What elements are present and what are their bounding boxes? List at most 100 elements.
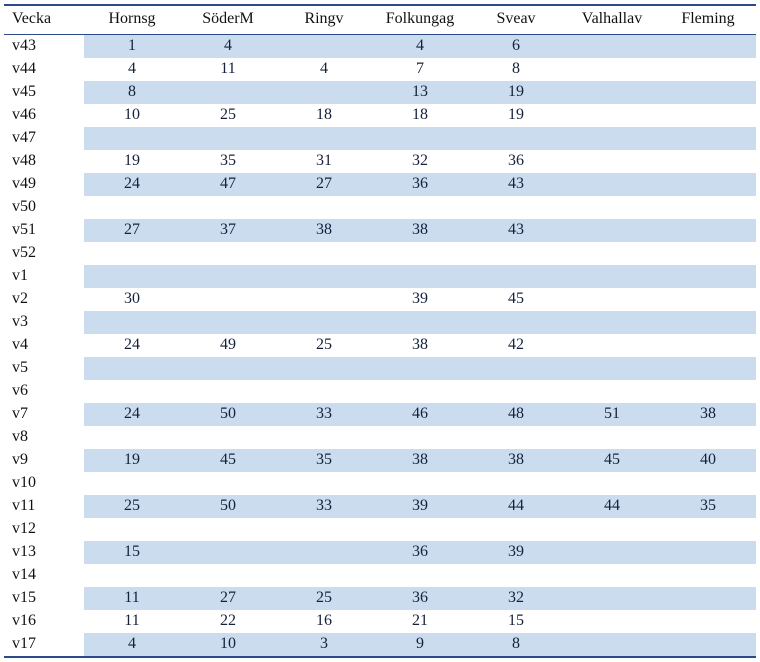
week-cell: v6 [4,380,84,403]
value-cell: 15 [468,610,564,633]
table-row: v724503346485138 [4,403,756,426]
value-cell [372,518,468,541]
value-cell [180,127,276,150]
value-cell: 40 [660,449,756,472]
table-body: v431446v44411478v4581319v461025181819v47… [4,35,756,658]
value-cell [84,196,180,219]
value-cell [180,81,276,104]
value-cell: 24 [84,403,180,426]
value-cell [180,472,276,495]
table-row: v512737383843 [4,219,756,242]
value-cell: 9 [372,633,468,657]
value-cell [660,150,756,173]
value-cell: 10 [84,104,180,127]
value-cell [468,380,564,403]
value-cell: 38 [660,403,756,426]
value-cell [180,242,276,265]
week-cell: v50 [4,196,84,219]
value-cell: 38 [276,219,372,242]
value-cell [660,173,756,196]
table-row: v2303945 [4,288,756,311]
table-row: v1 [4,265,756,288]
value-cell: 35 [180,150,276,173]
value-cell: 27 [180,587,276,610]
value-cell [660,288,756,311]
value-cell [276,288,372,311]
value-cell [180,357,276,380]
value-cell [276,265,372,288]
value-cell [660,127,756,150]
value-cell [372,472,468,495]
value-cell [276,196,372,219]
value-cell [660,334,756,357]
value-cell: 32 [468,587,564,610]
value-cell: 38 [372,219,468,242]
table-row: v13153639 [4,541,756,564]
value-cell [660,472,756,495]
table-row: v4581319 [4,81,756,104]
value-cell: 50 [180,403,276,426]
value-cell [372,564,468,587]
value-cell: 38 [468,449,564,472]
value-cell: 43 [468,173,564,196]
col-header: Vecka [4,5,84,35]
value-cell: 45 [564,449,660,472]
value-cell [84,265,180,288]
value-cell [84,472,180,495]
week-cell: v47 [4,127,84,150]
week-cell: v51 [4,219,84,242]
table-row: v10 [4,472,756,495]
value-cell [276,380,372,403]
value-cell [468,564,564,587]
week-cell: v10 [4,472,84,495]
value-cell: 48 [468,403,564,426]
value-cell: 35 [660,495,756,518]
value-cell: 1 [84,35,180,59]
value-cell [276,426,372,449]
value-cell [660,196,756,219]
value-cell: 38 [372,334,468,357]
value-cell [564,334,660,357]
value-cell [660,265,756,288]
value-cell [276,311,372,334]
col-header: Valhallav [564,5,660,35]
value-cell [564,196,660,219]
value-cell: 50 [180,495,276,518]
week-cell: v14 [4,564,84,587]
value-cell: 11 [84,587,180,610]
value-cell: 25 [180,104,276,127]
value-cell: 36 [468,150,564,173]
value-cell [372,127,468,150]
table-row: v1125503339444435 [4,495,756,518]
value-cell: 11 [180,58,276,81]
value-cell [276,35,372,59]
value-cell [180,564,276,587]
value-cell: 46 [372,403,468,426]
value-cell [84,311,180,334]
value-cell [564,288,660,311]
value-cell [660,311,756,334]
week-cell: v7 [4,403,84,426]
value-cell [468,426,564,449]
value-cell [372,380,468,403]
value-cell [372,265,468,288]
value-cell: 25 [276,334,372,357]
value-cell: 24 [84,173,180,196]
value-cell [372,311,468,334]
value-cell [180,265,276,288]
value-cell [660,564,756,587]
week-cell: v16 [4,610,84,633]
value-cell [564,127,660,150]
week-cell: v49 [4,173,84,196]
value-cell [564,380,660,403]
value-cell: 39 [468,541,564,564]
value-cell [564,587,660,610]
value-cell: 3 [276,633,372,657]
table-row: v44411478 [4,58,756,81]
value-cell: 4 [276,58,372,81]
value-cell [660,426,756,449]
table-row: v47 [4,127,756,150]
value-cell: 51 [564,403,660,426]
week-cell: v17 [4,633,84,657]
col-header: Sveav [468,5,564,35]
